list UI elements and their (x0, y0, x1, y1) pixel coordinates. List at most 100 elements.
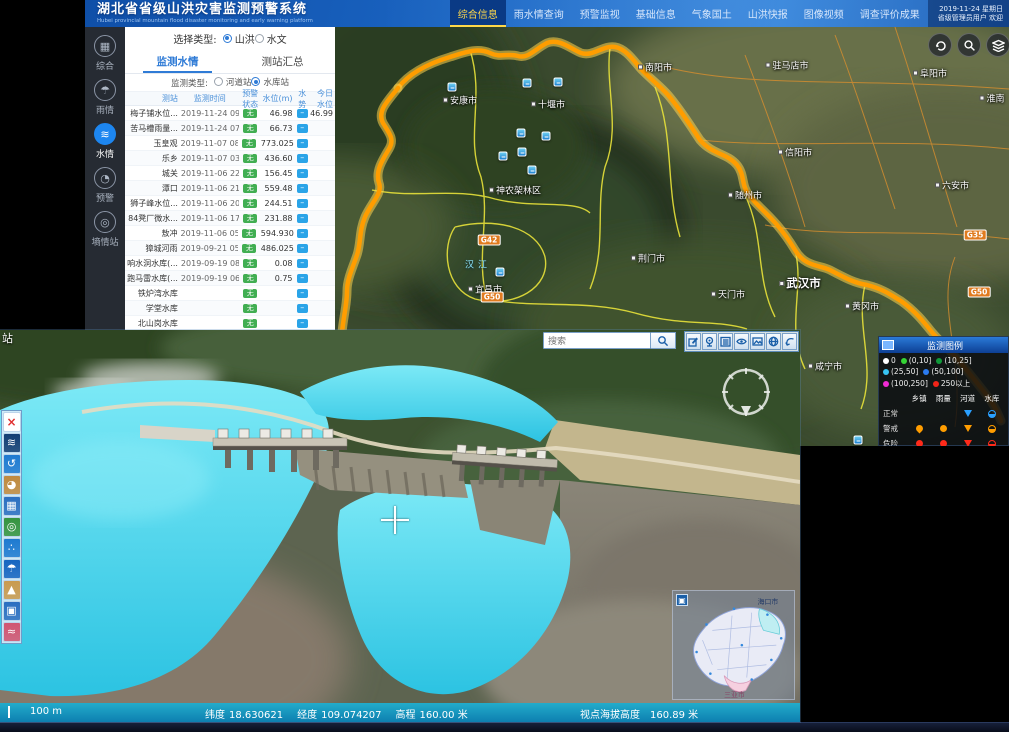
search-icon[interactable] (651, 332, 676, 349)
pin-symbol-icon (914, 424, 924, 434)
rain-scale-item: (10,25] (936, 356, 971, 365)
station-name[interactable]: 苦马槽雨量... (125, 123, 181, 134)
table-row[interactable]: 跑马雷水库(...2019-09-19 06无0.75– (125, 271, 335, 286)
trend-steady-icon: – (297, 229, 308, 238)
reset-view-icon[interactable] (928, 33, 952, 57)
table-row[interactable]: 城关2019-11-06 22无156.45– (125, 166, 335, 181)
rotate-icon[interactable]: ↺ (3, 454, 21, 474)
water-station-marker[interactable] (554, 78, 563, 87)
rain-scale-dot (936, 358, 942, 364)
city-label-text: 黄冈市 (852, 300, 879, 313)
rail-item-overview[interactable]: ▦综合 (94, 35, 116, 72)
station-name[interactable]: 响水洞水库(... (125, 258, 181, 269)
station-name[interactable]: 学堂水库 (125, 303, 181, 314)
sand-icon[interactable]: ▲ (3, 580, 21, 600)
eye-icon[interactable] (734, 333, 749, 350)
rail-item-soil-station[interactable]: ◎墒情站 (91, 211, 118, 248)
tab-测站汇总[interactable]: 测站汇总 (230, 49, 335, 73)
water-station-marker[interactable] (518, 148, 527, 157)
station-name[interactable]: 城关 (125, 168, 181, 179)
viewer-3d-window[interactable]: 站 ×≋↺◕▦◎∴☂▲▣≈ (0, 330, 800, 722)
radio-subtype-options[interactable]: 水库站 (251, 76, 289, 88)
city-marker-icon (638, 65, 643, 70)
radio-type-options[interactable]: 山洪 (223, 31, 255, 46)
zoom-search-icon[interactable] (957, 33, 981, 57)
image-icon[interactable] (750, 333, 765, 350)
overview-minimap[interactable]: ▣ 海口市 三亚市 (672, 590, 795, 700)
camera-icon[interactable] (702, 333, 717, 350)
station-name[interactable]: 獐城河雨 (125, 243, 181, 254)
water-station-marker[interactable] (517, 129, 526, 138)
table-row[interactable]: 梅子铺水位...2019-11-24 09无46.98–46.99 (125, 106, 335, 121)
table-row[interactable]: 响水洞水库(...2019-09-19 08无0.08– (125, 256, 335, 271)
search-input[interactable] (543, 332, 651, 349)
ripple-icon[interactable]: ▦ (3, 496, 21, 516)
city-label-text: 信阳市 (785, 146, 812, 159)
radio-subtype-options[interactable]: 河道站 (214, 76, 252, 88)
table-row[interactable]: 苦马槽雨量...2019-11-24 07无66.73– (125, 121, 335, 136)
rail-item-alarm[interactable]: ◔预警 (94, 167, 116, 204)
status-field-value: 109.074207 (321, 710, 381, 721)
list-icon[interactable] (718, 333, 733, 350)
city-label: 六安市 (935, 179, 969, 192)
current-user[interactable]: 省级管理员用户 欢迎 (938, 14, 1003, 23)
water-station-marker[interactable] (528, 166, 537, 175)
table-row[interactable]: 狮子峰水位...2019-11-06 20无244.51– (125, 196, 335, 211)
station-name[interactable]: 乐乡 (125, 153, 181, 164)
table-row[interactable]: 铁炉湾水库无– (125, 286, 335, 301)
station-name[interactable]: 跑马雷水库(... (125, 273, 181, 284)
water-station-marker[interactable] (523, 79, 532, 88)
typhoon-icon[interactable]: ◕ (3, 475, 21, 495)
trend-cell: – (295, 288, 310, 298)
draw-icon[interactable] (686, 333, 701, 350)
table-row[interactable]: 84凳厂微水...2019-11-06 17无231.88– (125, 211, 335, 226)
water-station-marker[interactable] (496, 268, 505, 277)
legend-symbol-cell (907, 440, 931, 446)
top-nav-item[interactable]: 山洪快报 (740, 0, 796, 27)
trend-cell: – (295, 213, 310, 223)
table-row[interactable]: 乐乡2019-11-07 03无436.60– (125, 151, 335, 166)
table-row[interactable]: 学堂水库无– (125, 301, 335, 316)
umbrella-icon[interactable]: ☂ (3, 559, 21, 579)
station-name[interactable]: 狮子峰水位... (125, 198, 181, 209)
top-nav-item[interactable]: 综合信息 (450, 0, 506, 27)
splash-icon[interactable]: ∴ (3, 538, 21, 558)
table-row[interactable]: 敖冲2019-11-06 05无594.930– (125, 226, 335, 241)
water-station-marker[interactable] (542, 132, 551, 141)
undo-icon[interactable] (782, 333, 797, 350)
top-nav-item[interactable]: 预警监视 (572, 0, 628, 27)
top-nav-item[interactable]: 雨水情查询 (506, 0, 572, 27)
layers-icon[interactable] (986, 33, 1009, 57)
table-row[interactable]: 獐城河雨2019-09-21 05无486.025– (125, 241, 335, 256)
compass[interactable] (718, 364, 774, 420)
rain-scale-item: 0 (883, 356, 896, 365)
station-name[interactable]: 敖冲 (125, 228, 181, 239)
station-name[interactable]: 北山岗水库 (125, 318, 181, 329)
monitor-icon[interactable]: ▣ (3, 601, 21, 621)
wave-icon[interactable]: ≋ (3, 433, 21, 453)
table-row[interactable]: 潭口2019-11-06 21无559.48– (125, 181, 335, 196)
water-station-marker[interactable] (854, 436, 863, 445)
globe-icon[interactable] (766, 333, 781, 350)
table-row[interactable]: 北山岗水库无– (125, 316, 335, 331)
top-nav-item[interactable]: 基础信息 (628, 0, 684, 27)
radio-type-options[interactable]: 水文 (255, 31, 287, 46)
top-nav-item[interactable]: 气象国土 (684, 0, 740, 27)
table-row[interactable]: 玉皇观2019-11-07 08无773.025– (125, 136, 335, 151)
tab-监测水情[interactable]: 监测水情 (125, 49, 230, 73)
flood-icon[interactable]: ≈ (3, 622, 21, 642)
station-name[interactable]: 84凳厂微水... (125, 213, 181, 224)
water-station-marker[interactable] (499, 152, 508, 161)
water-station-marker[interactable] (448, 83, 457, 92)
close-icon[interactable]: × (3, 412, 21, 432)
top-nav-item[interactable]: 图像视频 (796, 0, 852, 27)
radar-icon[interactable]: ◎ (3, 517, 21, 537)
rail-item-water[interactable]: ≋水情 (94, 123, 116, 160)
top-nav-item[interactable]: 调查评价成果 (852, 0, 928, 27)
station-name[interactable]: 潭口 (125, 183, 181, 194)
legend-titlebar[interactable]: 监测图例 (879, 337, 1008, 353)
rail-item-rain[interactable]: ☂雨情 (94, 79, 116, 116)
station-name[interactable]: 玉皇观 (125, 138, 181, 149)
station-name[interactable]: 铁炉湾水库 (125, 288, 181, 299)
station-name[interactable]: 梅子铺水位... (125, 108, 181, 119)
